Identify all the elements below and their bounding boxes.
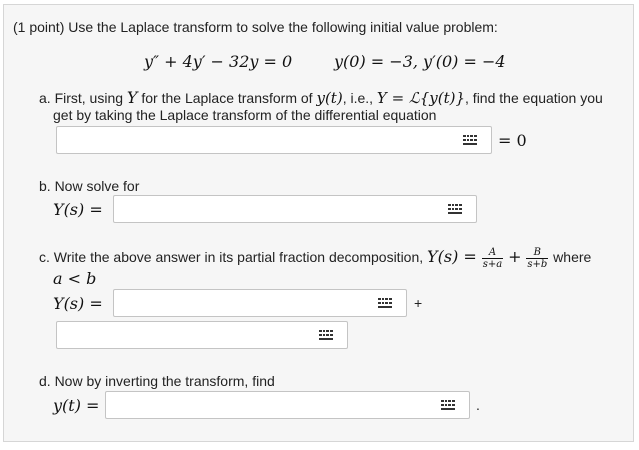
fraction-A-den: s+a (482, 258, 503, 270)
problem-panel: (1 point) Use the Laplace transform to s… (3, 4, 634, 442)
part-c-answer-field-2[interactable] (56, 321, 348, 349)
initial-conditions: y(0) = −3, y′(0) = −4 (334, 52, 506, 71)
part-c-answer-field-1[interactable] (113, 289, 407, 317)
part-d-input[interactable] (106, 392, 469, 418)
part-a-text-1: a. First, using (39, 90, 127, 106)
part-c-Ys: Y(s) = (427, 247, 477, 266)
part-a-yt: y(t) (316, 89, 343, 107)
keyboard-grid-icon[interactable] (376, 296, 394, 310)
keyboard-grid-icon[interactable] (317, 328, 335, 342)
fraction-B-num: B (526, 247, 549, 259)
part-d-period: . (476, 397, 480, 413)
part-c-input-1[interactable] (114, 290, 406, 316)
part-c-label: Y(s) = (53, 294, 103, 313)
part-a-text-3: , i.e., (342, 90, 377, 106)
part-a-text: a. First, using Y for the Laplace transf… (39, 88, 603, 107)
part-b-text: b. Now solve for (39, 178, 140, 194)
part-c-text: c. Write the above answer in its partial… (39, 245, 591, 270)
part-d-answer-field[interactable] (105, 391, 470, 419)
part-b-label: Y(s) = (53, 200, 103, 219)
ode-equation: y″ + 4y′ − 32y = 0 (144, 52, 293, 71)
part-a-text-line2: get by taking the Laplace transform of t… (53, 107, 437, 123)
part-c-condition: a < b (53, 269, 97, 288)
points-label: (1 point) (13, 19, 65, 35)
part-c-text-1: c. Write the above answer in its partial… (39, 249, 428, 265)
fraction-A: As+a (481, 247, 504, 270)
part-c-where: where (553, 249, 592, 265)
part-a-definition: Y = ℒ{y(t)} (376, 89, 466, 107)
part-b-input[interactable] (114, 196, 476, 222)
fraction-plus: + (508, 247, 522, 266)
part-d-text: d. Now by inverting the transform, find (39, 373, 275, 389)
part-a-answer-field[interactable] (56, 126, 492, 154)
problem-header: (1 point) Use the Laplace transform to s… (13, 19, 498, 35)
part-b-answer-field[interactable] (113, 195, 477, 223)
part-a-text-4: , find the equation you (465, 90, 603, 106)
part-a-input[interactable] (57, 127, 491, 153)
part-a-Y: Y (126, 88, 138, 107)
fraction-A-num: A (481, 247, 504, 259)
part-c-input-2[interactable] (57, 322, 347, 348)
fraction-B: Bs+b (526, 247, 549, 270)
instruction-text: Use the Laplace transform to solve the f… (68, 19, 498, 35)
equals-zero: = 0 (498, 131, 527, 150)
keyboard-grid-icon[interactable] (439, 398, 457, 412)
fraction-B-den: s+b (527, 258, 548, 270)
part-d-label: y(t) = (53, 396, 100, 415)
keyboard-grid-icon[interactable] (446, 202, 464, 216)
part-a-text-2: for the Laplace transform of (137, 90, 317, 106)
keyboard-grid-icon[interactable] (461, 133, 479, 147)
part-c-plus-sign: + (414, 295, 423, 311)
